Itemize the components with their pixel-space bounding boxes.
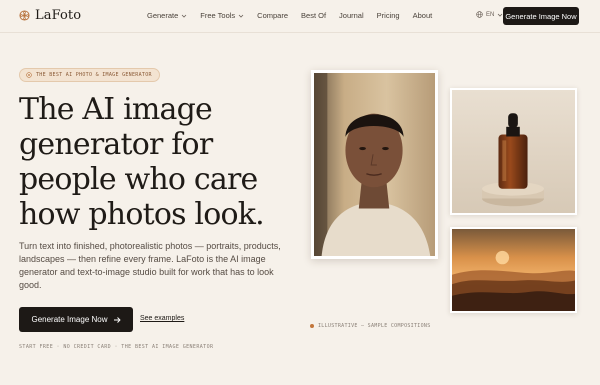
nav-item-compare[interactable]: Compare xyxy=(257,11,288,20)
chevron-down-icon xyxy=(238,14,244,18)
nav-item-label: About xyxy=(412,11,433,20)
brand-name: LaFoto xyxy=(35,8,82,23)
nav-item-about[interactable]: About xyxy=(413,11,433,20)
nav-item-label: Generate xyxy=(147,11,179,20)
hero-badge: THE BEST AI PHOTO & IMAGE GENERATOR xyxy=(19,68,160,82)
nav-item-label: Best Of xyxy=(301,11,327,20)
generate-image-now-primary-button[interactable]: Generate Image Now xyxy=(19,307,133,332)
badge-text: THE BEST AI PHOTO & IMAGE GENERATOR xyxy=(36,72,152,78)
nav-item-label: Free Tools xyxy=(200,11,236,20)
generate-image-now-button[interactable]: Generate Image Now xyxy=(503,7,579,25)
brand-logo[interactable]: LaFoto xyxy=(19,8,81,23)
globe-icon xyxy=(476,11,483,18)
hero-headline: The AI image generator for people who ca… xyxy=(19,92,289,232)
caption-dot xyxy=(310,324,314,328)
nav-item-best-of[interactable]: Best Of xyxy=(301,11,326,20)
nav-item-journal[interactable]: Journal xyxy=(339,11,364,20)
headline-line: The AI image xyxy=(19,92,213,127)
sunset-hills-photo xyxy=(450,227,577,313)
caption-text: ILLUSTRATIVE — SAMPLE COMPOSITIONS xyxy=(318,323,431,329)
top-navigation: LaFoto Generate Free Tools Compare Best … xyxy=(0,0,600,32)
headline-line: how photos look. xyxy=(19,197,265,232)
language-selector[interactable]: EN xyxy=(476,11,503,18)
nav-divider xyxy=(0,32,600,33)
nav-item-generate[interactable]: Generate xyxy=(147,11,187,20)
serum-bottle-photo xyxy=(450,88,577,215)
headline-line: people who care xyxy=(19,162,258,197)
nav-item-label: Pricing xyxy=(376,11,400,20)
main-menu: Generate Free Tools Compare Best Of Jour… xyxy=(147,11,432,20)
nav-item-free-tools[interactable]: Free Tools xyxy=(200,11,244,20)
chevron-down-icon xyxy=(181,14,187,18)
nav-item-label: Compare xyxy=(257,11,289,20)
headline-line: generator for xyxy=(19,127,213,162)
hero-description: Turn text into finished, photorealistic … xyxy=(19,241,281,290)
arrow-right-icon xyxy=(113,316,121,323)
gallery-caption: ILLUSTRATIVE — SAMPLE COMPOSITIONS xyxy=(310,323,431,329)
flower-icon xyxy=(19,10,30,21)
language-label: EN xyxy=(486,11,495,18)
nav-item-pricing[interactable]: Pricing xyxy=(377,11,400,20)
hero-footnote: START FREE · NO CREDIT CARD · THE BEST A… xyxy=(19,344,214,350)
flower-icon xyxy=(26,72,32,78)
see-examples-link[interactable]: See examples xyxy=(140,315,184,322)
nav-item-label: Journal xyxy=(339,11,364,20)
portrait-photo xyxy=(311,70,438,259)
button-label: Generate Image Now xyxy=(31,315,108,324)
